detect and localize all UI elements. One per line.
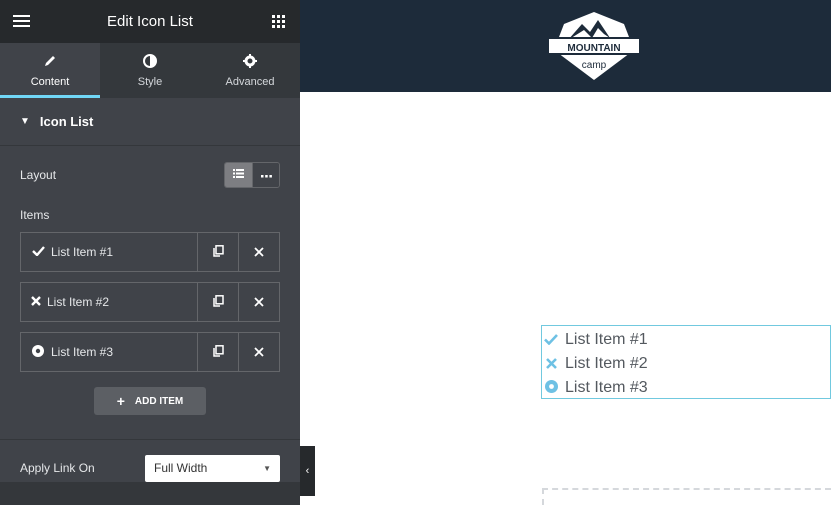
add-item-button[interactable]: + ADD ITEM [94, 387, 206, 415]
caret-down-icon: ▼ [20, 116, 30, 127]
copy-icon [212, 344, 224, 360]
gear-icon [243, 53, 257, 70]
list-item[interactable]: List Item #2 [542, 352, 830, 376]
mountain-camp-logo[interactable]: MOUNTAIN camp [547, 10, 641, 82]
tab-content[interactable]: Content [0, 43, 100, 98]
panel-tabs: Content Style Advanced [0, 43, 300, 98]
repeater-item-label: List Item #3 [51, 345, 114, 359]
copy-icon [212, 244, 224, 260]
tab-content-label: Content [30, 75, 70, 88]
items-label-row: Items [0, 204, 300, 226]
remove-button[interactable] [238, 233, 279, 271]
repeater-item: List Item #2 [20, 282, 280, 322]
list-item-text: List Item #3 [565, 379, 648, 396]
close-icon [254, 345, 264, 360]
apply-link-select[interactable]: Full Width ▼ [145, 454, 280, 482]
repeater-item: List Item #3 [20, 332, 280, 372]
list-item[interactable]: List Item #3 [542, 376, 830, 400]
empty-drop-zone[interactable] [542, 488, 831, 505]
widgets-grid-icon[interactable] [270, 13, 288, 31]
repeater-item-title[interactable]: List Item #3 [21, 333, 197, 371]
repeater-item: List Item #1 [20, 232, 280, 272]
check-icon [544, 332, 558, 348]
collapse-panel-button[interactable]: ‹ [300, 446, 315, 496]
section-icon-list-toggle[interactable]: ▼ Icon List [0, 98, 300, 146]
logo-line-2: camp [582, 60, 607, 71]
duplicate-button[interactable] [197, 233, 238, 271]
list-item[interactable]: List Item #1 [542, 328, 830, 352]
copy-icon [212, 294, 224, 310]
tab-style[interactable]: Style [100, 43, 200, 98]
repeater-item-label: List Item #2 [47, 295, 110, 309]
layout-inline-button[interactable] [252, 163, 279, 187]
remove-button[interactable] [238, 333, 279, 371]
dot-circle-icon [544, 380, 558, 396]
section-title: Icon List [39, 114, 94, 129]
tab-advanced-label: Advanced [225, 75, 275, 88]
items-repeater: List Item #1 List Item #2 List Item #3 [0, 226, 300, 372]
chevron-left-icon: ‹ [305, 465, 310, 477]
close-icon [254, 295, 264, 310]
add-item-label: ADD ITEM [134, 395, 184, 407]
list-item-text: List Item #1 [565, 331, 648, 348]
panel-footer-area [0, 482, 300, 505]
duplicate-button[interactable] [197, 283, 238, 321]
layout-default-button[interactable] [225, 163, 252, 187]
close-icon [254, 245, 264, 260]
apply-link-value: Full Width [154, 461, 208, 475]
tab-style-label: Style [137, 75, 163, 88]
hamburger-menu-icon[interactable] [12, 13, 30, 31]
preview-header: MOUNTAIN camp [300, 0, 831, 92]
ellipsis-icon [260, 169, 272, 181]
pencil-icon [43, 54, 57, 70]
panel-topbar: Edit Icon List [0, 0, 300, 43]
repeater-item-title[interactable]: List Item #2 [21, 283, 197, 321]
add-item-wrap: + ADD ITEM [0, 382, 300, 430]
remove-button[interactable] [238, 283, 279, 321]
list-icon [233, 169, 244, 181]
list-item-text: List Item #2 [565, 355, 648, 372]
check-icon [31, 245, 45, 259]
times-icon [544, 356, 558, 372]
repeater-item-title[interactable]: List Item #1 [21, 233, 197, 271]
editor-panel: Edit Icon List Content Style Advanced ▼ … [0, 0, 300, 505]
icon-list-widget[interactable]: List Item #1 List Item #2 List Item #3 [541, 325, 831, 399]
layout-control: Layout [0, 146, 300, 204]
repeater-item-label: List Item #1 [51, 245, 114, 259]
logo-line-1: MOUNTAIN [567, 43, 620, 54]
times-icon [31, 295, 41, 309]
plus-icon: + [116, 393, 125, 409]
layout-toggle [224, 162, 280, 188]
apply-link-label: Apply Link On [20, 461, 95, 475]
half-circle-icon [143, 53, 157, 70]
panel-title: Edit Icon List [107, 13, 193, 30]
layout-label: Layout [20, 168, 57, 182]
duplicate-button[interactable] [197, 333, 238, 371]
items-label: Items [20, 208, 50, 222]
tab-advanced[interactable]: Advanced [200, 43, 300, 98]
caret-down-icon: ▼ [263, 463, 271, 473]
dot-circle-icon [31, 344, 45, 360]
